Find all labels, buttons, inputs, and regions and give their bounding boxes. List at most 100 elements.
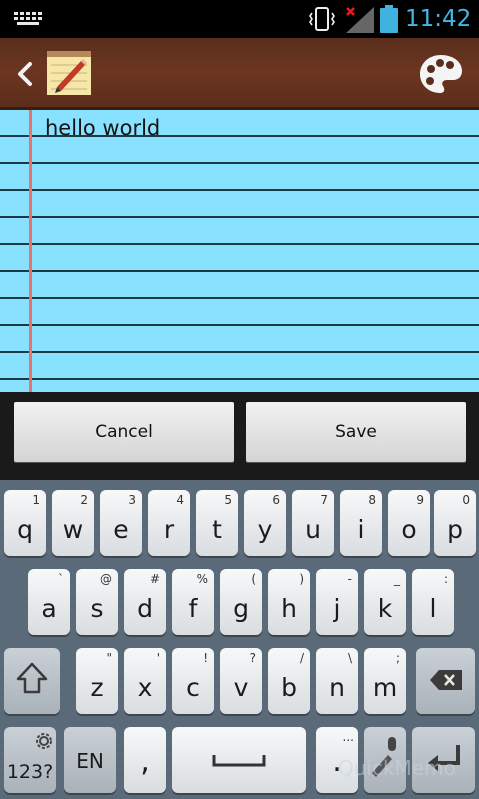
key-alt: @ <box>100 572 112 586</box>
key-label: o <box>401 515 417 544</box>
key-u[interactable]: 7u <box>292 490 334 556</box>
language-key[interactable]: EN <box>64 727 116 793</box>
notepad-pencil-icon <box>47 51 91 95</box>
key-j[interactable]: -j <box>316 569 358 635</box>
key-label: d <box>137 594 153 623</box>
key-label: r <box>163 515 175 544</box>
key-m[interactable]: ; m <box>364 648 406 714</box>
key-label: h <box>281 594 297 623</box>
key-label: n <box>329 673 345 702</box>
key-d[interactable]: # d <box>124 569 166 635</box>
key-label: m <box>372 673 398 702</box>
key-alt: 7 <box>320 493 328 507</box>
key-t[interactable]: 5t <box>196 490 238 556</box>
battery-icon <box>380 5 398 33</box>
key-alt: 9 <box>416 493 424 507</box>
key-x[interactable]: ' x <box>124 648 166 714</box>
key-label: q <box>17 515 33 544</box>
key-c[interactable]: ! c <box>172 648 214 714</box>
key-alt: 8 <box>368 493 376 507</box>
key-label: f <box>188 594 198 623</box>
key-f[interactable]: % f <box>172 569 214 635</box>
key-alt: 6 <box>272 493 280 507</box>
key-alt: 5 <box>224 493 232 507</box>
key-label: z <box>90 673 104 702</box>
settings-gear-icon <box>36 733 52 749</box>
key-label: x <box>137 673 153 702</box>
key-q[interactable]: 1q <box>4 490 46 556</box>
key-alt: ? <box>249 651 256 665</box>
key-label: l <box>429 594 437 623</box>
space-icon <box>212 755 266 767</box>
key-alt: ( <box>251 572 256 586</box>
key-label: y <box>257 515 273 544</box>
key-e[interactable]: 3e <box>100 490 142 556</box>
key-label: i <box>357 515 365 544</box>
action-bar: Cancel Save <box>0 392 479 480</box>
key-label: g <box>233 594 249 623</box>
key-w[interactable]: 2w <box>52 490 94 556</box>
key-label: c <box>186 673 200 702</box>
key-p[interactable]: 0p <box>434 490 476 556</box>
memo-text[interactable]: hello world <box>45 114 160 142</box>
key-label: w <box>62 515 84 544</box>
key-label: v <box>233 673 249 702</box>
key-r[interactable]: 4r <box>148 490 190 556</box>
key-alt: ) <box>299 572 304 586</box>
backspace-key[interactable] <box>416 648 475 714</box>
cancel-button[interactable]: Cancel <box>14 402 234 462</box>
key-z[interactable]: " z <box>76 648 118 714</box>
symbols-mode-key[interactable]: 123? <box>4 727 56 793</box>
language-label: EN <box>76 749 104 773</box>
back-arrow-icon[interactable] <box>8 54 42 94</box>
shift-key[interactable] <box>4 648 60 714</box>
key-alt: ` <box>58 572 64 586</box>
vibrate-icon <box>309 7 335 31</box>
key-alt: : <box>443 572 448 586</box>
key-label: k <box>377 594 393 623</box>
space-key[interactable] <box>172 727 306 793</box>
key-i[interactable]: 8i <box>340 490 382 556</box>
key-alt: 4 <box>176 493 184 507</box>
clock: 11:42 <box>405 6 472 32</box>
key-alt: 0 <box>462 493 470 507</box>
key-a[interactable]: ` a <box>28 569 70 635</box>
key-label: p <box>447 515 463 544</box>
key-label: j <box>333 594 341 623</box>
key-y[interactable]: 6y <box>244 490 286 556</box>
key-alt: " <box>106 651 112 665</box>
key-l[interactable]: :l <box>412 569 454 635</box>
key-alt: \ <box>347 651 352 665</box>
key-alt: 1 <box>32 493 40 507</box>
key-g[interactable]: (g <box>220 569 262 635</box>
key-alt: % <box>196 572 208 586</box>
key-o[interactable]: 9o <box>388 490 430 556</box>
status-bar: 11:42 <box>0 0 479 38</box>
backspace-icon <box>430 670 462 690</box>
key-h[interactable]: ) h <box>268 569 310 635</box>
save-button[interactable]: Save <box>246 402 466 462</box>
key-alt: 2 <box>80 493 88 507</box>
keyboard: 1q 2w 3e 4r 5t 6y 7u 8i 9o 0p ` a @ s # d %… <box>0 480 479 799</box>
key-alt: ... <box>342 730 354 744</box>
key-n[interactable]: \ n <box>316 648 358 714</box>
key-alt: ! <box>203 651 208 665</box>
key-alt: _ <box>394 572 400 586</box>
app-header <box>0 38 479 110</box>
keyboard-indicator-icon <box>14 12 42 26</box>
key-alt: 3 <box>128 493 136 507</box>
comma-key[interactable]: , <box>124 727 166 793</box>
key-label: u <box>305 515 321 544</box>
key-label: b <box>281 673 297 702</box>
memo-paper[interactable]: hello world <box>0 110 479 392</box>
key-v[interactable]: ? v <box>220 648 262 714</box>
key-k[interactable]: _ k <box>364 569 406 635</box>
key-alt: ; <box>395 651 400 665</box>
shift-icon <box>16 662 48 694</box>
key-b[interactable]: / b <box>268 648 310 714</box>
key-s[interactable]: @ s <box>76 569 118 635</box>
key-alt: - <box>347 572 352 586</box>
symbols-mode-label: 123? <box>6 761 54 783</box>
palette-icon[interactable] <box>418 52 464 96</box>
key-label: e <box>113 515 129 544</box>
